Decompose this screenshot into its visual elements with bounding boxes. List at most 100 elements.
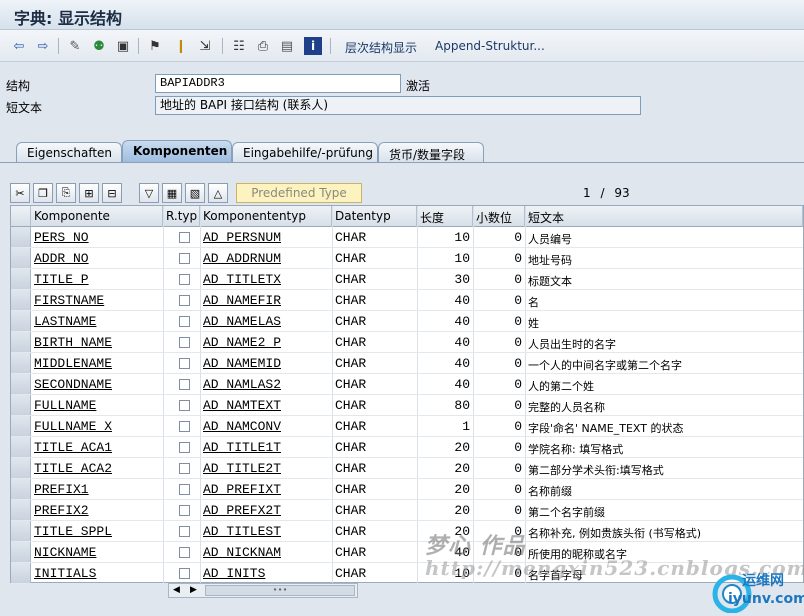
tab-eigenschaften[interactable]: Eigenschaften (16, 142, 122, 162)
insert-row-icon[interactable]: ⊞ (79, 183, 99, 203)
structure-name-field[interactable]: BAPIADDR3 (155, 74, 401, 93)
rtyp-checkbox[interactable] (179, 379, 190, 390)
rtyp-checkbox[interactable] (179, 337, 190, 348)
row-selector[interactable] (11, 563, 31, 583)
table-row[interactable]: PREFIX1 AD_PREFIXT CHAR 20 0 名称前缀 (11, 479, 803, 500)
copy-icon[interactable]: ❐ (33, 183, 53, 203)
layout-icon[interactable]: ▤ (278, 37, 296, 55)
row-selector[interactable] (11, 521, 31, 541)
component-name[interactable]: NICKNAME (31, 542, 163, 563)
row-selector[interactable] (11, 332, 31, 352)
col-header-short-text[interactable]: 短文本 (525, 206, 803, 227)
scroll-thumb[interactable]: ∙∙∙ (205, 585, 355, 596)
component-name[interactable]: FULLNAME (31, 395, 163, 416)
component-type[interactable]: AD_TITLE1T (200, 437, 332, 458)
component-type[interactable]: AD_NAME2_P (200, 332, 332, 353)
table-row[interactable]: LASTNAME AD_NAMELAS CHAR 40 0 姓 (11, 311, 803, 332)
row-selector[interactable] (11, 227, 31, 247)
predefined-type-button[interactable]: Predefined Type (236, 183, 362, 203)
display-change-icon[interactable]: ✎ (66, 37, 84, 55)
component-type[interactable]: AD_TITLEST (200, 521, 332, 542)
component-name[interactable]: INITIALS (31, 563, 163, 584)
print-icon[interactable]: ⎙ (254, 37, 272, 55)
component-type[interactable]: AD_TITLETX (200, 269, 332, 290)
component-name[interactable]: LASTNAME (31, 311, 163, 332)
component-type[interactable]: AD_PREFIXT (200, 479, 332, 500)
scroll-right-icon[interactable]: ▶ (186, 584, 201, 597)
table-row[interactable]: MIDDLENAME AD_NAMEMID CHAR 40 0 一个人的中间名字或第二个名… (11, 353, 803, 374)
row-selector[interactable] (11, 416, 31, 436)
row-selector[interactable] (11, 479, 31, 499)
component-type[interactable]: AD_NAMTEXT (200, 395, 332, 416)
col-header-komponente[interactable]: Komponente (31, 206, 163, 227)
navigate-icon[interactable]: ⇲ (196, 37, 214, 55)
table-row[interactable]: TITLE_P AD_TITLETX CHAR 30 0 标题文本 (11, 269, 803, 290)
table-row[interactable]: ADDR_NO AD_ADDRNUM CHAR 10 0 地址号码 (11, 248, 803, 269)
col-header-rtyp[interactable]: R.typ (163, 206, 200, 227)
table-row[interactable]: PREFIX2 AD_PREFX2T CHAR 20 0 第二个名字前缀 (11, 500, 803, 521)
rtyp-checkbox[interactable] (179, 442, 190, 453)
rtyp-checkbox[interactable] (179, 232, 190, 243)
col-header-decimals[interactable]: 小数位 (473, 206, 525, 227)
information-icon[interactable]: i (304, 37, 322, 55)
paste-icon[interactable]: ⎘ (56, 183, 76, 203)
table-row[interactable]: FULLNAME AD_NAMTEXT CHAR 80 0 完整的人员名称 (11, 395, 803, 416)
rtyp-checkbox[interactable] (179, 253, 190, 264)
component-type[interactable]: AD_TITLE2T (200, 458, 332, 479)
short-text-field[interactable]: 地址的 BAPI 接口结构 (联系人) (155, 96, 641, 115)
component-name[interactable]: ADDR_NO (31, 248, 163, 269)
forward-arrow-icon[interactable]: ⇨ (34, 37, 52, 55)
rtyp-checkbox[interactable] (179, 421, 190, 432)
back-arrow-icon[interactable]: ⇦ (10, 37, 28, 55)
delete-row-icon[interactable]: ⊟ (102, 183, 122, 203)
rtyp-checkbox[interactable] (179, 358, 190, 369)
rtyp-checkbox[interactable] (179, 295, 190, 306)
component-type[interactable]: AD_NAMLAS2 (200, 374, 332, 395)
tab-komponenten[interactable]: Komponenten (122, 140, 232, 162)
component-name[interactable]: TITLE_ACA2 (31, 458, 163, 479)
info-marker-icon[interactable]: ❙ (172, 37, 190, 55)
tab-currency-quantity[interactable]: 货币/数量字段 (378, 142, 484, 162)
component-type[interactable]: AD_NAMEFIR (200, 290, 332, 311)
tab-eingabehilfe[interactable]: Eingabehilfe/-prüfung (232, 142, 378, 162)
scroll-left-icon[interactable]: ◀ (169, 584, 184, 597)
component-type[interactable]: AD_PREFX2T (200, 500, 332, 521)
component-name[interactable]: TITLE_SPPL (31, 521, 163, 542)
component-name[interactable]: BIRTH_NAME (31, 332, 163, 353)
row-selector[interactable] (11, 395, 31, 415)
component-name[interactable]: MIDDLENAME (31, 353, 163, 374)
component-name[interactable]: PERS_NO (31, 227, 163, 248)
component-name[interactable]: FULLNAME_X (31, 416, 163, 437)
row-selector[interactable] (11, 500, 31, 520)
rtyp-checkbox[interactable] (179, 274, 190, 285)
row-selector[interactable] (11, 311, 31, 331)
table-row[interactable]: PERS_NO AD_PERSNUM CHAR 10 0 人员编号 (11, 227, 803, 248)
row-selector[interactable] (11, 269, 31, 289)
row-selector[interactable] (11, 437, 31, 457)
row-selector[interactable] (11, 374, 31, 394)
rtyp-checkbox[interactable] (179, 400, 190, 411)
component-name[interactable]: TITLE_ACA1 (31, 437, 163, 458)
component-type[interactable]: AD_PERSNUM (200, 227, 332, 248)
table-row[interactable]: TITLE_SPPL AD_TITLEST CHAR 20 0 名称补充, 例如贵族头衔 … (11, 521, 803, 542)
table-row[interactable]: FIRSTNAME AD_NAMEFIR CHAR 40 0 名 (11, 290, 803, 311)
rtyp-checkbox[interactable] (179, 316, 190, 327)
rtyp-checkbox[interactable] (179, 547, 190, 558)
hierarchy-icon[interactable]: ☷ (230, 37, 248, 55)
row-selector[interactable] (11, 458, 31, 478)
row-selector[interactable] (11, 290, 31, 310)
component-name[interactable]: PREFIX2 (31, 500, 163, 521)
rtyp-checkbox[interactable] (179, 484, 190, 495)
activate-icon[interactable]: ⚉ (90, 37, 108, 55)
component-name[interactable]: FIRSTNAME (31, 290, 163, 311)
table-row[interactable]: BIRTH_NAME AD_NAME2_P CHAR 40 0 人员出生时的名字 (11, 332, 803, 353)
rtyp-checkbox[interactable] (179, 505, 190, 516)
filter-icon[interactable]: ▽ (139, 183, 159, 203)
row-selector[interactable] (11, 248, 31, 268)
component-type[interactable]: AD_ADDRNUM (200, 248, 332, 269)
select-all-header[interactable] (11, 206, 31, 227)
table-row[interactable]: TITLE_ACA2 AD_TITLE2T CHAR 20 0 第二部分学术头衔:填写格式 (11, 458, 803, 479)
component-type[interactable]: AD_NAMELAS (200, 311, 332, 332)
component-type[interactable]: AD_INITS (200, 563, 332, 584)
check-object-icon[interactable]: ▣ (114, 37, 132, 55)
